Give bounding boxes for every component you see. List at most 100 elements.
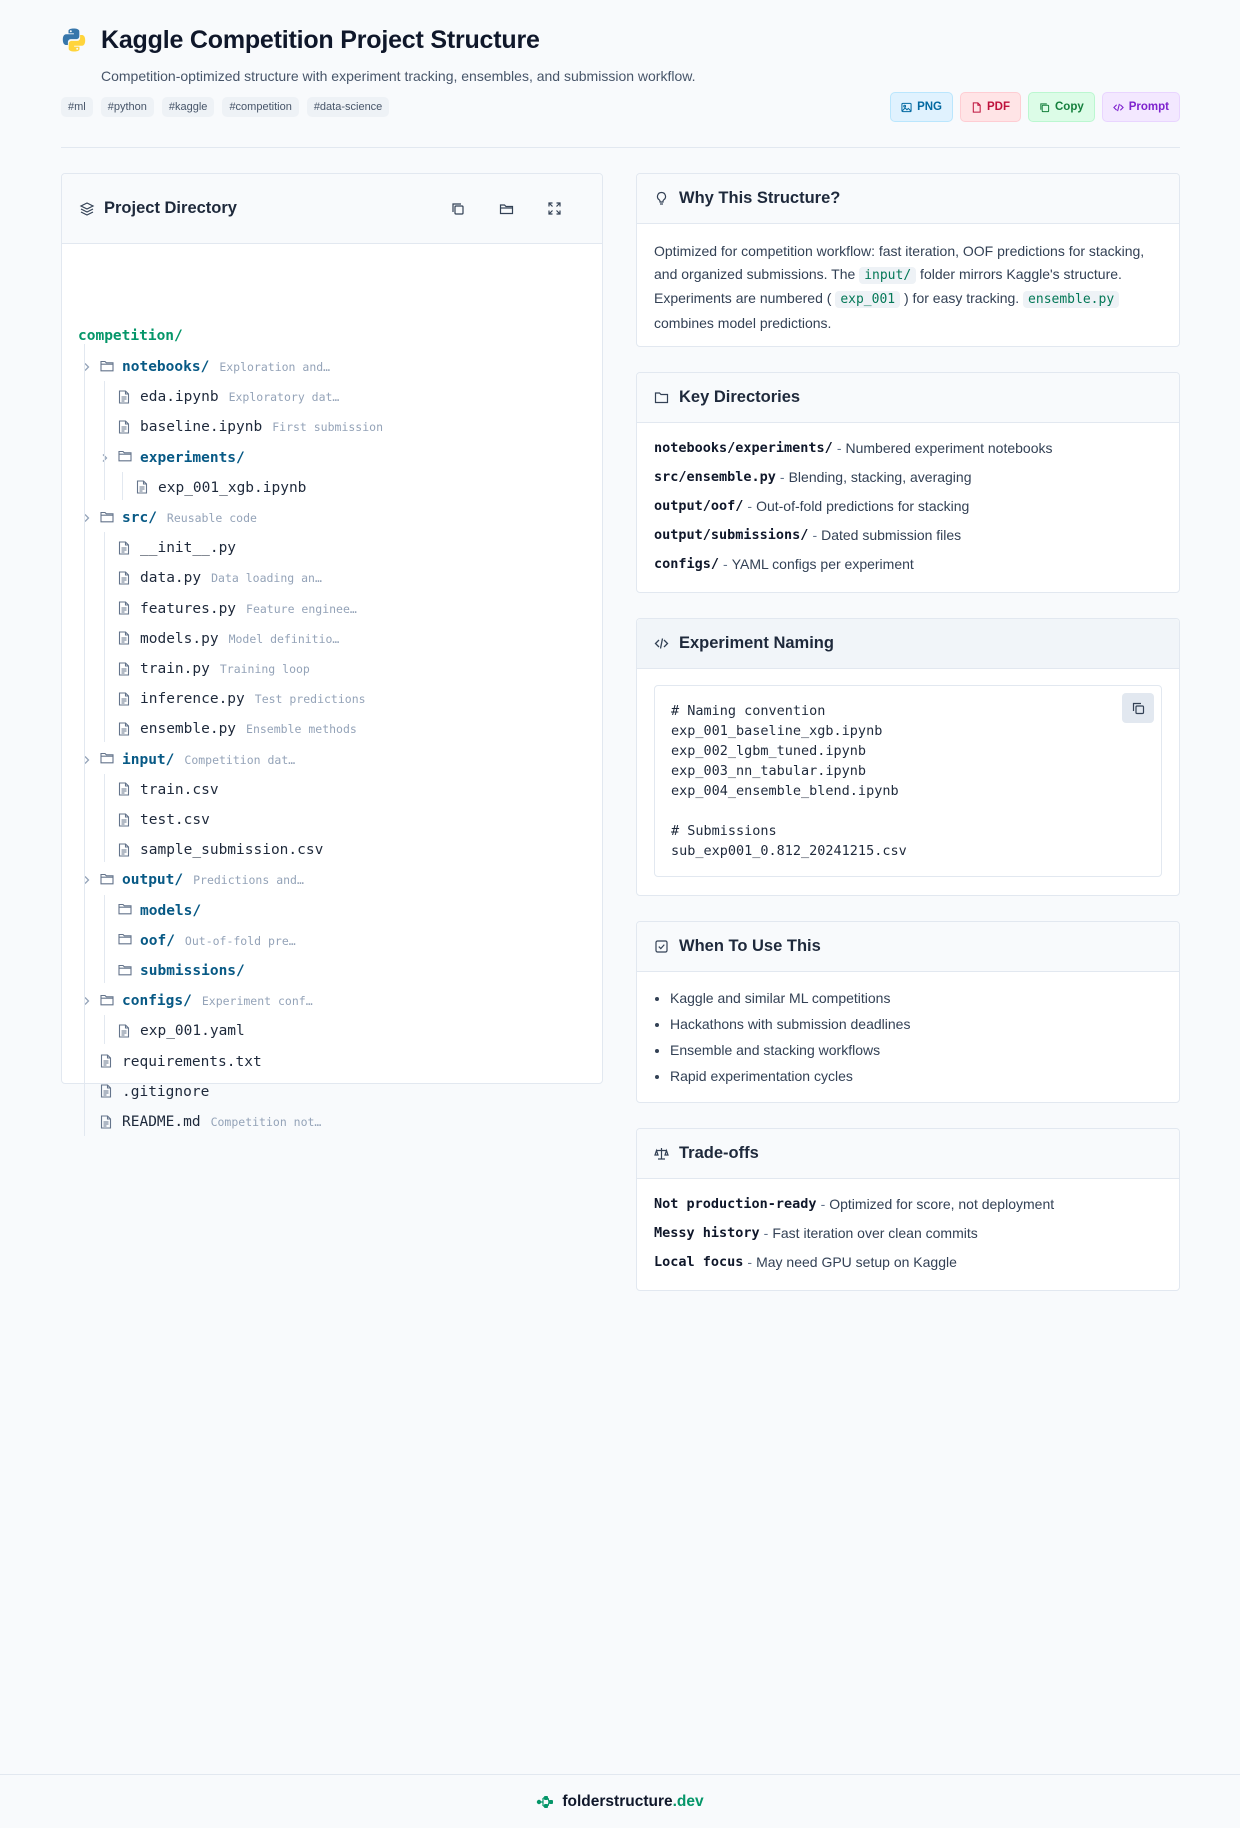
tree-item-name: experiments/ <box>140 449 245 466</box>
tree-file-row[interactable]: inference.py Test predictions <box>118 687 366 711</box>
page-footer: folderstructure.dev <box>0 1774 1240 1828</box>
folder-icon <box>654 392 669 404</box>
tree-folder-row[interactable]: input/Competition dat… <box>83 748 295 772</box>
tree-file-row[interactable]: data.py Data loading an… <box>118 566 322 590</box>
expand-folders-button[interactable] <box>497 200 515 218</box>
tree-guide-line <box>104 1015 105 1044</box>
tree-file-row[interactable]: requirements.txt <box>100 1050 262 1074</box>
tag[interactable]: #python <box>100 97 154 117</box>
file-icon <box>100 1054 114 1069</box>
tree-item-name: models.py <box>140 630 219 647</box>
prompt-button[interactable]: Prompt <box>1101 92 1180 122</box>
list-item: Ensemble and stacking workflows <box>670 1037 1162 1063</box>
tag[interactable]: #kaggle <box>161 97 215 117</box>
list-item: Kaggle and similar ML competitions <box>670 985 1162 1011</box>
key-directory-item: src/ensemble.py - Blending, stacking, aver… <box>654 469 972 486</box>
tree-item-name: output/ <box>122 872 184 889</box>
tree-guide-line <box>104 381 105 500</box>
tag[interactable]: #data-science <box>306 97 390 117</box>
folder-icon <box>118 903 132 918</box>
tree-item-description: Data loading an… <box>211 571 322 586</box>
panel-header: Project Directory <box>62 174 602 244</box>
tree-file-row[interactable]: sample_submission.csv <box>118 838 323 862</box>
tree-folder-row[interactable]: output/Predictions and… <box>83 868 304 892</box>
tree-item-description: Test predictions <box>254 692 366 707</box>
trade-off-item: Not production-ready - Optimized for score… <box>654 1196 1055 1213</box>
tree-item-name: exp_001.yaml <box>140 1023 245 1040</box>
folder-icon <box>118 450 132 465</box>
folder-icon <box>118 964 132 979</box>
list-item: Hackathons with submission deadlines <box>670 1011 1162 1037</box>
card-header: When To Use This <box>637 922 1179 972</box>
tag-list: #ml #python #kaggle #competition #data-s… <box>61 97 390 117</box>
tree-file-row[interactable]: README.md Competition not… <box>100 1110 321 1134</box>
tree-item-description: Predictions and… <box>193 873 304 888</box>
tree-item-name: README.md <box>122 1114 201 1130</box>
tree-file-row[interactable]: eda.ipynb Exploratory dat… <box>118 385 339 409</box>
chevron-right-icon[interactable] <box>101 453 111 463</box>
tree-file-row[interactable]: __init__.py <box>118 536 236 560</box>
pdf-file-icon <box>972 101 981 113</box>
when-to-use-card: When To Use This Kaggle and similar ML c… <box>636 921 1180 1103</box>
tree-item-description: Experiment conf… <box>201 994 313 1009</box>
file-icon <box>100 1114 114 1130</box>
python-logo-icon <box>62 28 86 52</box>
layers-icon <box>79 201 95 216</box>
tree-file-row[interactable]: train.py Training loop <box>118 657 310 681</box>
copy-button[interactable]: Copy <box>1028 92 1095 122</box>
folder-icon <box>118 933 132 948</box>
folder-icon <box>100 752 114 767</box>
tree-folder-row[interactable]: submissions/ <box>118 959 245 983</box>
code-icon <box>654 638 669 649</box>
folder-open-icon <box>499 203 513 214</box>
tree-folder-row[interactable]: models/ <box>118 899 201 923</box>
trade-off-item: Local focus - May need GPU setup on Kaggle <box>654 1254 957 1271</box>
tree-folder-row[interactable]: oof/Out-of-fold pre… <box>118 929 296 953</box>
tree-file-row[interactable]: features.py Feature enginee… <box>118 597 357 621</box>
tree-file-row[interactable]: .gitignore <box>100 1080 209 1104</box>
inline-code: input/ <box>859 266 917 284</box>
tree-item-name: __init__.py <box>140 540 237 557</box>
png-button[interactable]: PNG <box>890 92 953 122</box>
tree-item-name: train.py <box>140 661 210 677</box>
file-icon <box>118 601 132 616</box>
tree-file-row[interactable]: exp_001.yaml <box>118 1019 245 1043</box>
key-directories-card: Key Directories notebooks/experiments/- N… <box>636 372 1180 593</box>
tree-file-row[interactable]: models.py Model definitio… <box>118 627 339 651</box>
project-directory-panel: Project Directory competition/ notebooks… <box>61 173 603 1137</box>
use-case-list: Kaggle and similar ML competitions Hacka… <box>654 985 1162 1089</box>
tree-file-row[interactable]: test.csv <box>118 808 210 832</box>
tree-item-name: eda.ipynb <box>140 389 219 406</box>
file-icon <box>118 1024 132 1039</box>
pdf-button[interactable]: PDF <box>960 92 1021 122</box>
tree-item-description: Model definitio… <box>228 631 340 646</box>
code-content[interactable]: # Naming convention exp_001_baseline_xgb… <box>671 701 1145 861</box>
copy-tree-button[interactable] <box>449 200 467 218</box>
fullscreen-button[interactable] <box>545 200 563 218</box>
tree-item-description: Ensemble methods <box>246 722 357 737</box>
tree-root[interactable]: competition/ <box>78 328 183 344</box>
header-divider <box>61 147 1180 148</box>
tag[interactable]: #competition <box>222 97 299 117</box>
tree-folder-row[interactable]: notebooks/Exploration and… <box>83 355 330 379</box>
copy-icon <box>1040 102 1050 112</box>
key-directory-item: configs/- YAML configs per experiment <box>654 556 914 573</box>
tag[interactable]: #ml <box>61 97 93 117</box>
lightbulb-icon <box>656 191 667 205</box>
tree-file-row[interactable]: baseline.ipynb First submission <box>118 415 383 439</box>
tree-guide-line <box>104 532 105 742</box>
tree-item-name: exp_001_xgb.ipynb <box>158 479 307 496</box>
copy-code-button[interactable] <box>1122 693 1154 723</box>
tree-file-row[interactable]: train.csv <box>118 778 219 802</box>
tree-file-row[interactable]: exp_001_xgb.ipynb <box>136 476 306 500</box>
folder-icon <box>100 360 114 375</box>
tree-folder-row[interactable]: experiments/ <box>101 446 245 470</box>
footer-brand-link[interactable]: folderstructure.dev <box>536 1793 704 1811</box>
tree-file-row[interactable]: ensemble.py Ensemble methods <box>118 717 357 741</box>
tree-folder-row[interactable]: configs/Experiment conf… <box>83 989 313 1013</box>
tree-item-name: test.csv <box>140 812 210 828</box>
tree-folder-row[interactable]: src/Reusable code <box>83 506 257 530</box>
code-block: # Naming convention exp_001_baseline_xgb… <box>654 685 1162 877</box>
tree-guide-line <box>104 894 105 984</box>
tree-item-name: submissions/ <box>140 963 245 979</box>
